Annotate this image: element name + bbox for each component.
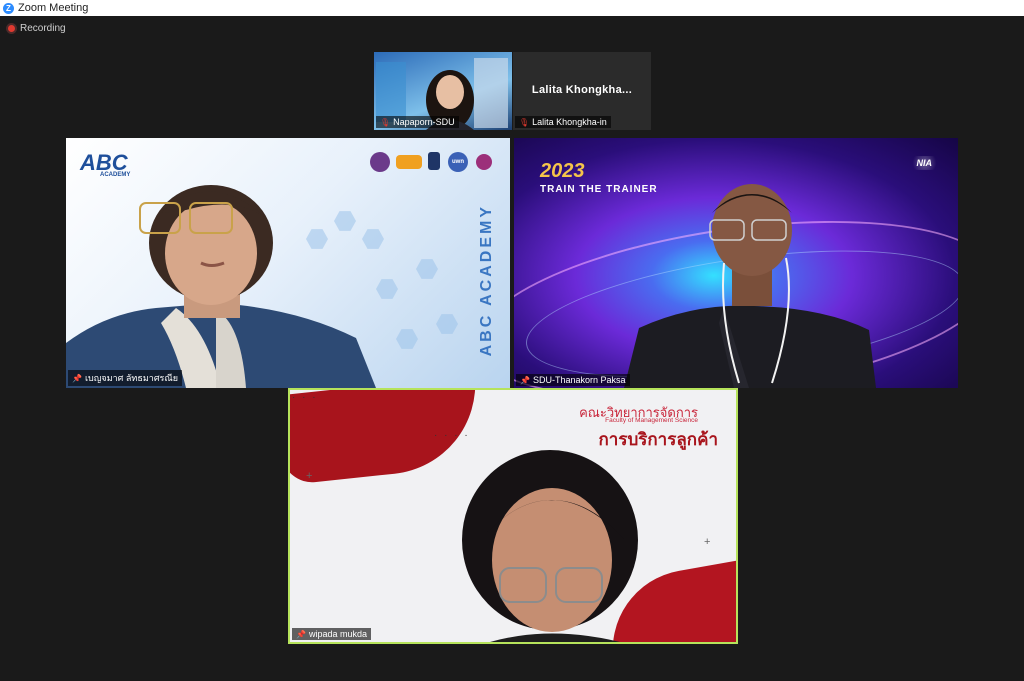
window-titlebar: Z Zoom Meeting xyxy=(0,0,1024,16)
participant-name-tag: 📌 SDU-Thanakorn Paksa xyxy=(516,374,630,386)
pin-icon: 📌 xyxy=(72,373,82,383)
participant-name-tag: 🎙 Napaporn-SDU xyxy=(376,116,459,128)
participant-name: SDU-Thanakorn Paksa xyxy=(532,375,626,385)
recording-dot-icon xyxy=(8,25,15,32)
recording-label: Recording xyxy=(20,23,66,34)
recording-indicator[interactable]: Recording xyxy=(8,23,66,34)
participant-name-tag: 📌 wipada mukda xyxy=(292,628,372,640)
participant-name: Lalita Khongkha-in xyxy=(532,117,607,127)
participant-name: เบญจมาศ ลัทธมาศรณีย xyxy=(84,373,178,383)
video-tile-lalita[interactable]: Lalita Khongkha... 🎙 Lalita Khongkha-in xyxy=(513,52,651,130)
video-tile-napaporn[interactable]: 🎙 Napaporn-SDU xyxy=(374,52,512,130)
video-tile-wipada-active-speaker[interactable]: · · · · · · · + + คณะวิทยาการจัดการ Facu… xyxy=(288,388,738,644)
participant-display-name: Lalita Khongkha... xyxy=(531,84,633,96)
participant-video xyxy=(290,390,736,642)
video-tile-abc-participant[interactable]: ABC ACADEMY ABC ACADEMY uwn 📌 เบญจมาศ ลั… xyxy=(66,138,510,388)
zoom-logo-icon: Z xyxy=(3,2,14,14)
pin-icon: 📌 xyxy=(520,375,530,385)
mic-muted-icon: 🎙 xyxy=(519,117,530,127)
participant-name: wipada mukda xyxy=(308,629,368,639)
participant-name-tag: 📌 เบญจมาศ ลัทธมาศรณีย xyxy=(68,370,182,386)
pin-icon: 📌 xyxy=(296,629,306,639)
mic-muted-icon: 🎙 xyxy=(380,117,391,127)
participant-video xyxy=(66,138,510,388)
participant-video xyxy=(514,138,958,388)
participant-name: Napaporn-SDU xyxy=(393,117,455,127)
participant-name-tag: 🎙 Lalita Khongkha-in xyxy=(515,116,611,128)
video-tile-thanakorn[interactable]: 2023 TRAIN THE TRAINER NIA 📌 SDU-Thanako… xyxy=(514,138,958,388)
window-title: Zoom Meeting xyxy=(18,2,89,14)
